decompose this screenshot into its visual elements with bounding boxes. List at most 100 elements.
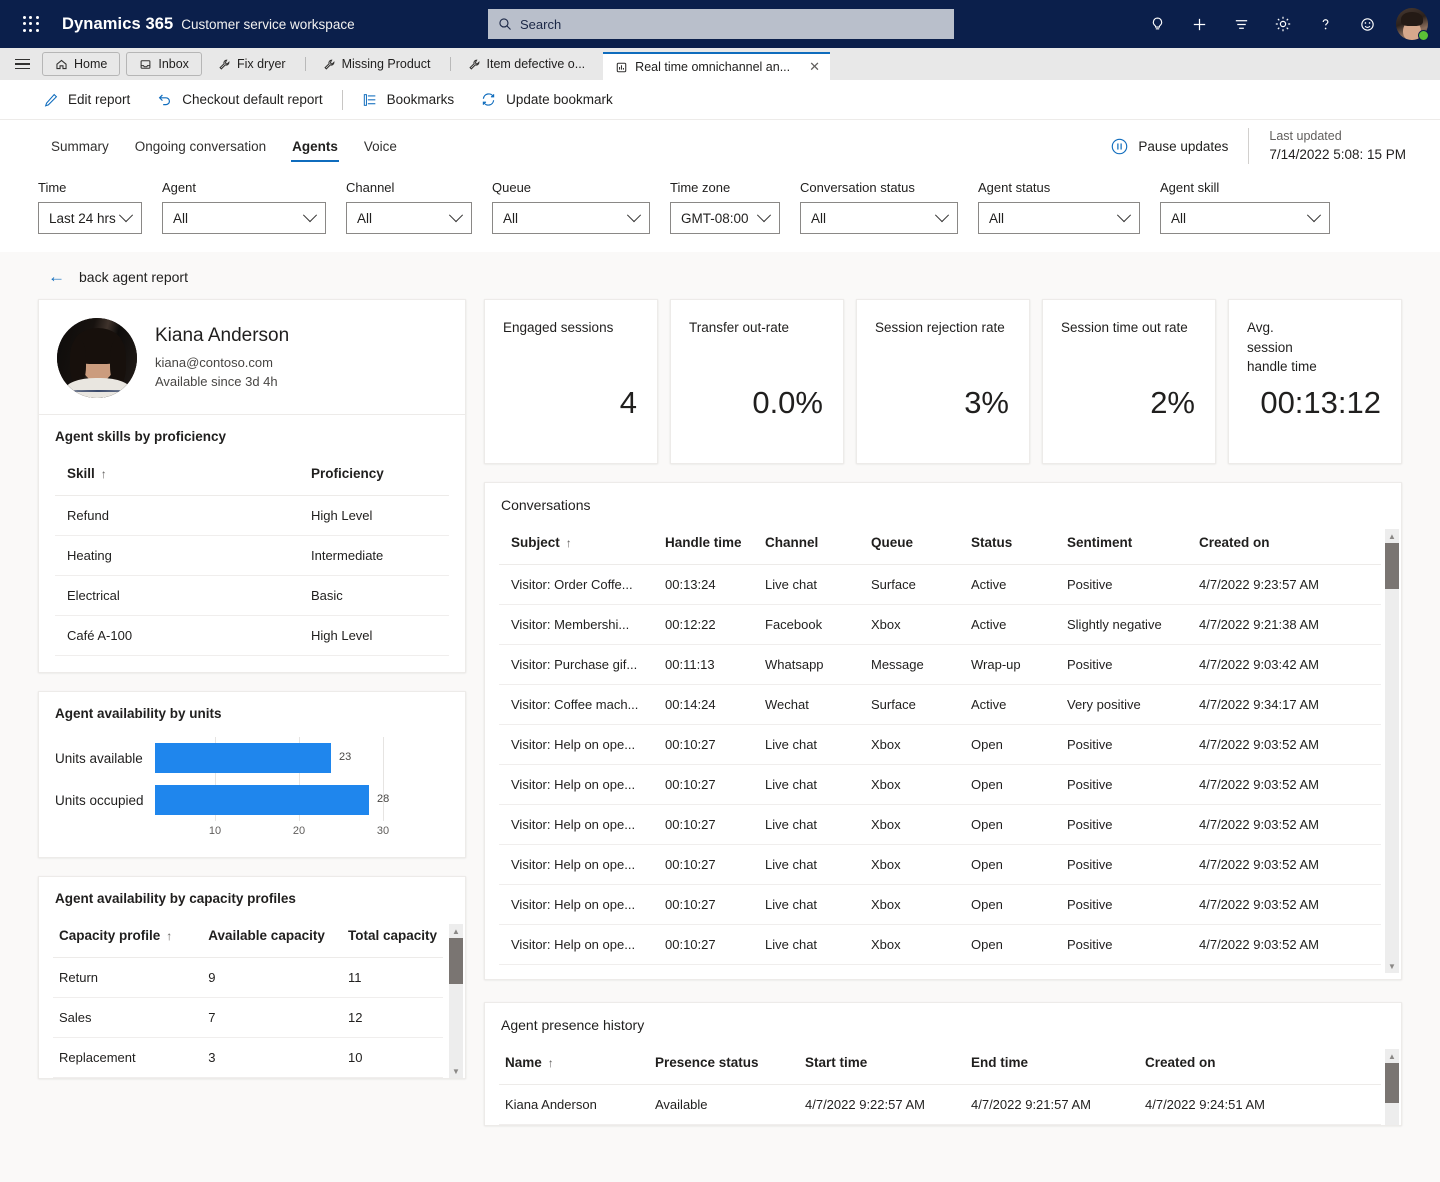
table-row[interactable]: Café A-100 High Level [55,615,449,656]
column-header-available-capacity[interactable]: Available capacity [202,918,342,958]
filter-agent-status-select[interactable]: All [978,202,1140,234]
table-row[interactable]: Visitor: Help on ope... 00:10:27 Live chat… [499,924,1381,965]
smiley-icon[interactable] [1350,7,1384,41]
edit-report-button[interactable]: Edit report [30,84,143,116]
kpi-title: Engaged sessions [503,320,614,335]
filter-conversation-status-select[interactable]: All [800,202,958,234]
cell-subject[interactable]: Visitor: Order Coffe... [499,564,659,605]
scrollbar-thumb[interactable] [449,938,463,984]
filter-bar: Time Last 24 hrs Agent All Channel All Q… [0,172,1440,252]
cell-subject[interactable]: Visitor: Coffee mach... [499,684,659,725]
scroll-up-icon[interactable]: ▲ [449,924,463,938]
column-header-created-on[interactable]: Created on [1193,525,1381,565]
cell-subject[interactable]: Visitor: Help on ope... [499,884,659,925]
tab-voice[interactable]: Voice [351,126,410,166]
filter-time-select[interactable]: Last 24 hrs [38,202,142,234]
table-row[interactable]: Visitor: Coffee mach... 00:14:24 Wechat Sur… [499,684,1381,725]
scroll-down-icon[interactable]: ▼ [1385,959,1399,973]
column-header-proficiency[interactable]: Proficiency [299,456,449,496]
update-bookmark-button[interactable]: Update bookmark [467,84,626,116]
session-tab-missing-product[interactable]: Missing Product [313,52,441,76]
cell-subject[interactable]: Visitor: Help on ope... [499,764,659,805]
plus-icon[interactable] [1182,7,1216,41]
scroll-up-icon[interactable]: ▲ [1385,1049,1399,1063]
table-row[interactable]: Visitor: Order Coffe... 00:13:24 Live chat… [499,564,1381,605]
table-row[interactable]: Visitor: Help on ope... 00:10:27 Live chat… [499,724,1381,765]
cell-subject[interactable]: Visitor: Membershi... [499,604,659,645]
help-icon[interactable] [1308,7,1342,41]
scroll-up-icon[interactable]: ▲ [1385,529,1399,543]
tab-agents[interactable]: Agents [279,126,351,166]
table-row[interactable]: Return 9 11 [53,957,443,998]
table-row[interactable]: Visitor: Help on ope... 00:10:27 Live chat… [499,804,1381,845]
session-tab-home[interactable]: Home [42,52,121,76]
bookmarks-button[interactable]: Bookmarks [349,84,468,116]
column-header-subject[interactable]: Subject ↑ [499,525,659,565]
scroll-down-icon[interactable]: ▼ [449,1064,463,1078]
bar-units-occupied[interactable] [155,785,369,815]
session-tab-item-defective[interactable]: Item defective o... [458,52,596,76]
table-row[interactable]: Visitor: Purchase gif... 00:11:13 Whatsapp… [499,644,1381,685]
session-tab-realtime-omnichannel-analytics[interactable]: Real time omnichannel an... ✕ [603,52,831,80]
tab-ongoing-conversation[interactable]: Ongoing conversation [122,126,279,166]
column-header-created-on[interactable]: Created on [1139,1045,1381,1085]
column-header-start-time[interactable]: Start time [799,1045,965,1085]
filter-icon[interactable] [1224,7,1258,41]
tab-summary[interactable]: Summary [38,126,122,166]
user-avatar[interactable] [1396,8,1429,41]
cell-subject[interactable]: Visitor: Purchase gif... [499,644,659,685]
capacity-table-scrollbar[interactable]: ▲ ▼ [449,924,463,1078]
filter-queue-select[interactable]: All [492,202,650,234]
search-input[interactable]: Search [488,9,954,39]
cell-capacity-profile[interactable]: Sales [53,997,203,1038]
cell-subject[interactable]: Visitor: Help on ope... [499,804,659,845]
presence-scrollbar[interactable]: ▲ [1385,1049,1399,1125]
table-row[interactable]: Visitor: Membershi... 00:12:22 Facebook Xbo… [499,604,1381,645]
checkout-default-report-button[interactable]: Checkout default report [143,84,335,116]
close-icon[interactable]: ✕ [809,59,820,75]
app-launcher-icon[interactable] [14,7,48,41]
table-row[interactable]: Visitor: Help on ope... 00:10:27 Live chat… [499,844,1381,885]
cell-capacity-profile[interactable]: Return [53,957,203,998]
column-header-end-time[interactable]: End time [965,1045,1139,1085]
table-row[interactable]: Sales 7 12 [53,997,443,1038]
column-header-presence-status[interactable]: Presence status [649,1045,799,1085]
table-row[interactable]: Visitor: Help on ope... 00:10:27 Live chat… [499,764,1381,805]
filter-agent-select[interactable]: All [162,202,326,234]
cell-capacity-profile[interactable]: Replacement [53,1037,203,1078]
brand-title: Dynamics 365 [62,14,174,33]
pause-updates-button[interactable]: Pause updates [1110,137,1228,156]
table-row[interactable]: Visitor: Help on ope... 00:10:27 Live chat… [499,884,1381,925]
table-row[interactable]: Kiana Anderson Available 4/7/2022 9:22:5… [499,1084,1381,1125]
column-header-queue[interactable]: Queue [865,525,965,565]
hamburger-menu-icon[interactable] [8,48,36,80]
conversations-scrollbar[interactable]: ▲ ▼ [1385,529,1399,973]
column-header-channel[interactable]: Channel [759,525,865,565]
cell-subject[interactable]: Visitor: Help on ope... [499,844,659,885]
gear-icon[interactable] [1266,7,1300,41]
table-row[interactable]: Refund High Level [55,495,449,536]
cell-subject[interactable]: Visitor: Help on ope... [499,924,659,965]
cell-subject[interactable]: Visitor: Help on ope... [499,724,659,765]
session-tab-fix-dryer[interactable]: Fix dryer [208,52,296,76]
table-row[interactable]: Heating Intermediate [55,535,449,576]
filter-agent-skill-select[interactable]: All [1160,202,1330,234]
filter-channel-select[interactable]: All [346,202,472,234]
column-header-capacity-profile[interactable]: Capacity profile ↑ [53,918,203,958]
column-header-sentiment[interactable]: Sentiment [1061,525,1193,565]
column-header-name[interactable]: Name ↑ [499,1045,649,1085]
column-header-handle-time[interactable]: Handle time [659,525,759,565]
bar-units-available[interactable] [155,743,331,773]
lightbulb-icon[interactable] [1140,7,1174,41]
column-header-total-capacity[interactable]: Total capacity [341,918,443,958]
scrollbar-thumb[interactable] [1385,1063,1399,1103]
back-navigation[interactable]: ← back agent report [0,252,1440,299]
scrollbar-thumb[interactable] [1385,543,1399,589]
column-header-status[interactable]: Status [965,525,1061,565]
filter-time-zone-select[interactable]: GMT-08:00 [670,202,780,234]
table-row[interactable]: Electrical Basic [55,575,449,616]
column-header-skill[interactable]: Skill ↑ [55,456,299,496]
table-row[interactable]: Replacement 3 10 [53,1037,443,1078]
session-tab-inbox[interactable]: Inbox [126,52,202,76]
kpi-row: Engaged sessions 4 Transfer out-rate 0.0… [484,299,1402,464]
